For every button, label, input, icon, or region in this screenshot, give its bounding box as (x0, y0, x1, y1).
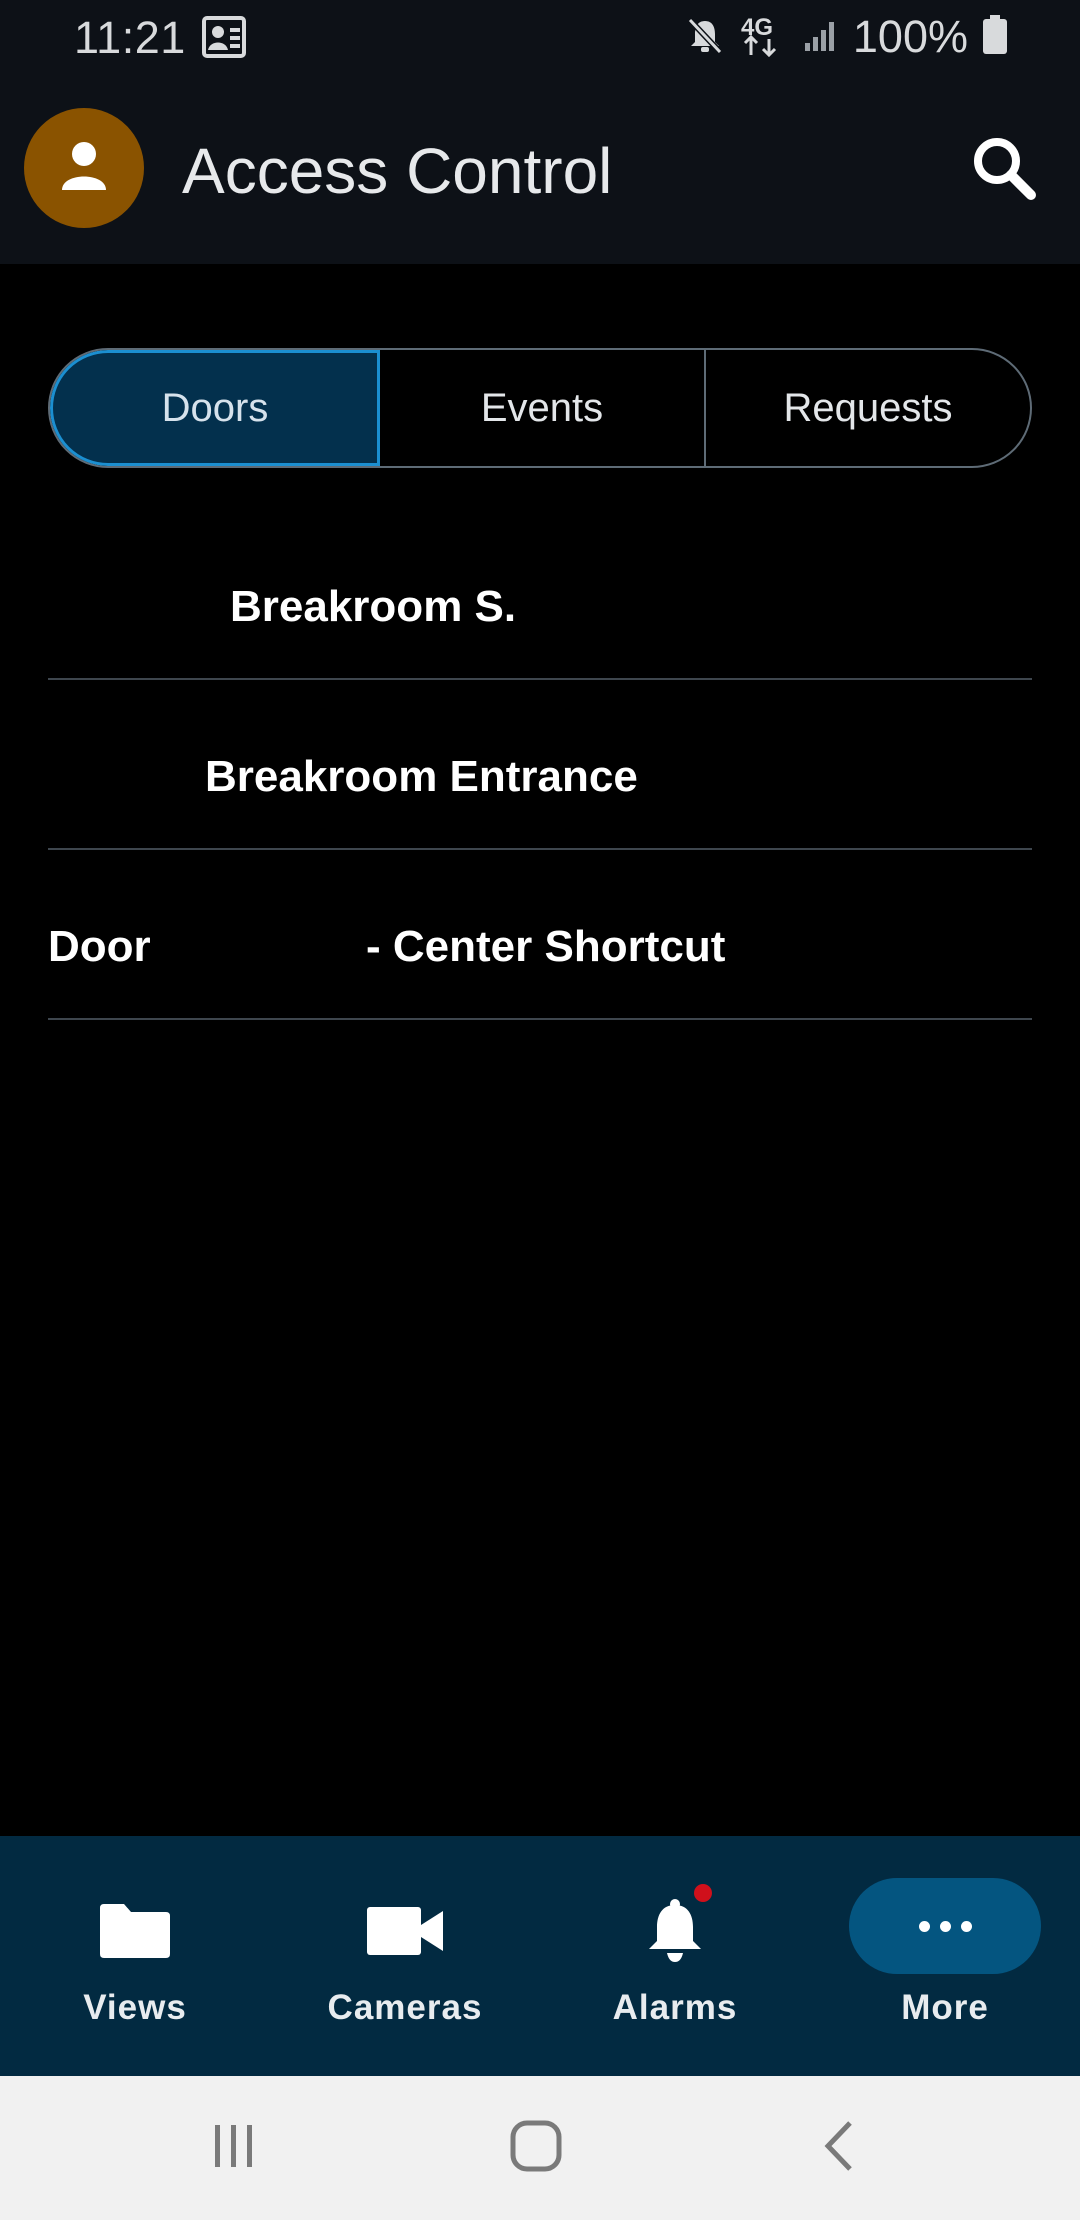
search-button[interactable] (964, 130, 1044, 210)
contact-card-icon (202, 16, 246, 58)
search-icon (971, 135, 1037, 206)
nav-label: Cameras (327, 1988, 483, 2027)
door-list: Breakroom S. Breakroom Entrance Door - C… (48, 510, 1032, 1020)
status-time: 11:21 (74, 12, 186, 63)
page-title: Access Control (182, 135, 613, 207)
signal-icon (803, 17, 839, 58)
bell-icon (646, 1896, 704, 1966)
video-camera-icon (367, 1896, 443, 1966)
tab-events[interactable]: Events (380, 350, 706, 466)
alarm-notification-badge (694, 1884, 712, 1902)
svg-text:4G: 4G (741, 14, 773, 41)
segmented-tabs: Doors Events Requests (48, 348, 1032, 468)
home-button[interactable] (496, 2112, 576, 2184)
door-name: Door (48, 922, 151, 971)
back-button[interactable] (800, 2112, 880, 2184)
home-icon (509, 2119, 563, 2178)
tab-doors[interactable]: Doors (50, 350, 380, 466)
list-item[interactable]: Breakroom S. (48, 510, 1032, 680)
list-item[interactable]: Door - Center Shortcut (48, 850, 1032, 1020)
network-4g-icon: 4G (739, 13, 789, 62)
tab-requests[interactable]: Requests (706, 350, 1030, 466)
more-icon (849, 1878, 1041, 1974)
nav-label: Views (83, 1988, 187, 2027)
nav-more[interactable]: More (810, 1836, 1080, 2076)
nav-views[interactable]: Views (0, 1836, 270, 2076)
nav-alarms[interactable]: Alarms (540, 1836, 810, 2076)
nav-label: Alarms (612, 1988, 738, 2027)
person-icon (60, 140, 108, 197)
door-name-suffix: - Center Shortcut (366, 922, 726, 971)
recent-apps-icon (209, 2121, 259, 2176)
battery-percent: 100% (852, 11, 968, 62)
folder-icon (98, 1896, 172, 1966)
mute-icon (685, 15, 725, 60)
nav-label: More (901, 1988, 989, 2027)
list-item[interactable]: Breakroom Entrance (48, 680, 1032, 850)
avatar-button[interactable] (24, 108, 144, 228)
app-bar: Access Control (0, 74, 1080, 264)
back-icon (820, 2119, 860, 2178)
door-name: Breakroom S. (230, 582, 517, 631)
nav-cameras[interactable]: Cameras (270, 1836, 540, 2076)
system-navigation-bar (0, 2076, 1080, 2220)
recent-apps-button[interactable] (194, 2112, 274, 2184)
status-bar: 11:21 4G 100% (0, 0, 1080, 74)
bottom-navigation: Views Cameras Alarms More (0, 1836, 1080, 2076)
battery-icon (982, 14, 1008, 60)
door-name: Breakroom Entrance (205, 752, 638, 801)
